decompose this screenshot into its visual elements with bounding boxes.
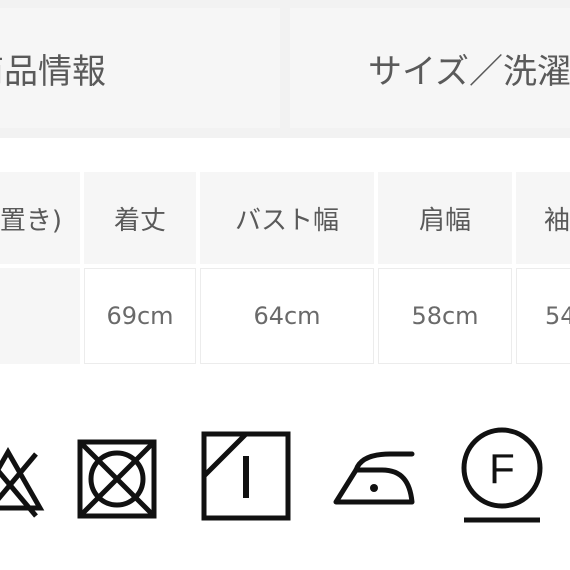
table-header-cell: 袖 [516, 172, 570, 264]
table-header-cell: 肩幅 [378, 172, 512, 264]
dry-clean-f-mild-icon: F [456, 426, 552, 526]
iron-low-temperature-icon [330, 444, 420, 510]
tab-product-info[interactable]: 商品情報 [0, 8, 280, 128]
table-value-cell [0, 268, 80, 364]
no-tumble-dry-icon [76, 438, 158, 520]
flat-dry-in-shade-icon [200, 430, 292, 522]
dry-clean-letter: F [489, 445, 515, 492]
table-header-cell: 着丈 [84, 172, 196, 264]
care-icons-row: F [0, 420, 570, 530]
table-header-cell: 置き) [0, 172, 80, 264]
tab-label: 商品情報 [0, 51, 106, 92]
size-table: 置き) 着丈 バスト幅 肩幅 袖 69cm 64cm 58cm 54 [0, 172, 570, 364]
table-value-cell: 64cm [200, 268, 374, 364]
table-value-cell: 58cm [378, 268, 512, 364]
tab-bar: 商品情報 サイズ／洗濯 [0, 0, 570, 138]
no-bleach-icon [0, 440, 46, 520]
tab-label: サイズ／洗濯 [368, 51, 570, 92]
tab-size-washing[interactable]: サイズ／洗濯 [290, 8, 570, 128]
table-value-cell: 54 [516, 268, 570, 364]
table-value-cell: 69cm [84, 268, 196, 364]
table-header-cell: バスト幅 [200, 172, 374, 264]
